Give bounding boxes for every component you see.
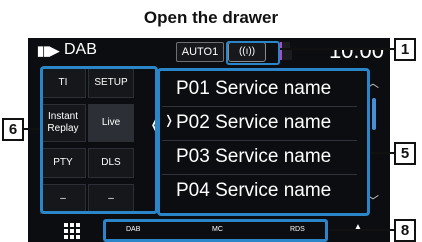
chevron-up-icon[interactable]: ▲ [353, 222, 363, 233]
callout-leader-1 [280, 48, 394, 50]
callout-frame-8 [103, 219, 328, 242]
grid-menu-icon[interactable] [64, 223, 80, 239]
dab-source-icon: ▮▮▶ [37, 43, 59, 58]
callout-leader-5 [370, 152, 394, 154]
auto-seek-button[interactable]: AUTO1 [176, 42, 224, 62]
callout-badge-1: 1 [394, 38, 416, 61]
callout-frame-6 [40, 66, 158, 214]
scroll-thumb[interactable] [372, 98, 376, 130]
source-title: DAB [64, 41, 97, 58]
callout-frame-1 [226, 41, 280, 65]
callout-badge-5: 5 [394, 142, 416, 165]
page-title: Open the drawer [143, 8, 279, 27]
callout-badge-6: 6 [2, 118, 24, 141]
callout-leader-6 [22, 128, 40, 130]
top-bar: ▮▮▶ DAB AUTO1 ((ı)) 10:00 [28, 38, 390, 66]
callout-badge-8: 8 [394, 219, 416, 242]
callout-frame-5 [157, 68, 370, 216]
callout-leader-8 [328, 229, 394, 231]
